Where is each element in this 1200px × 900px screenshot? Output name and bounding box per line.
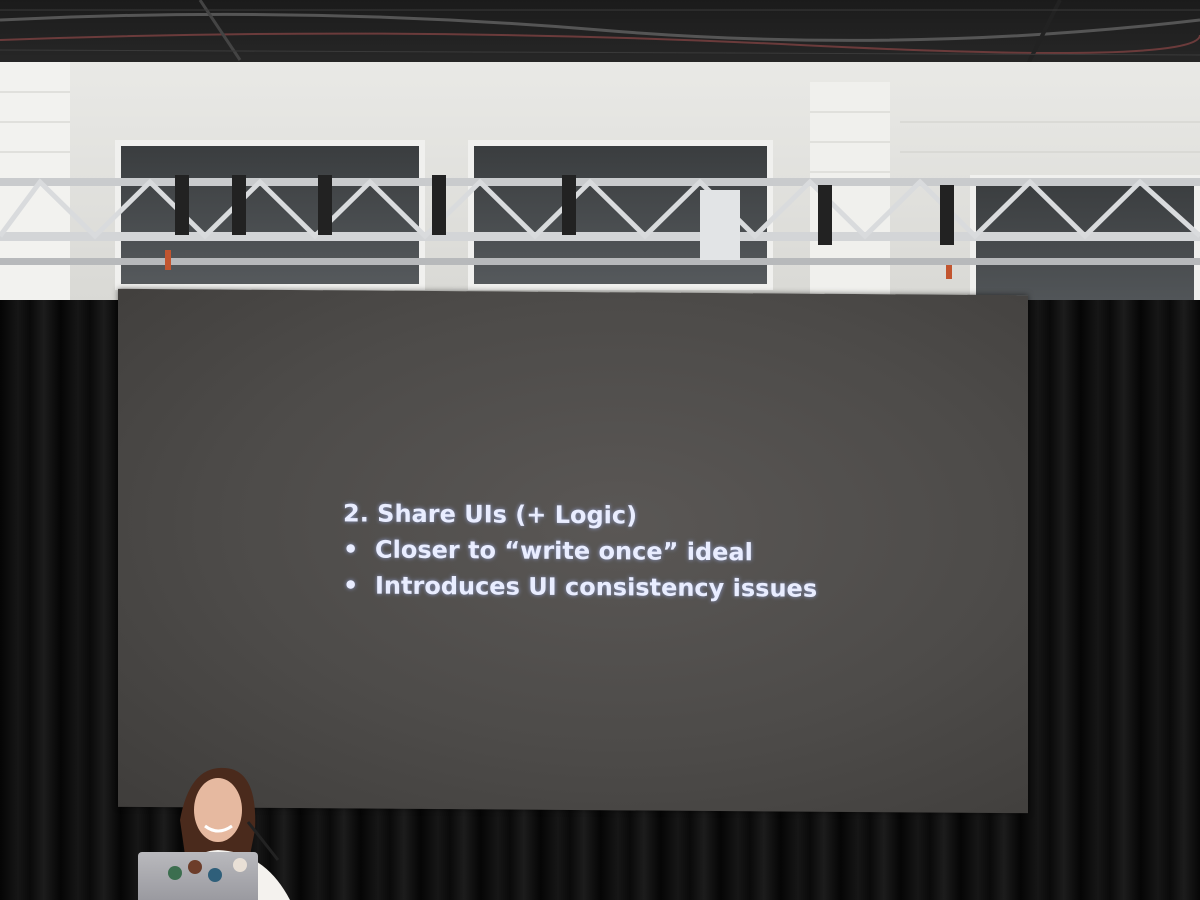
slide-bullet: • Introduces UI consistency issues <box>343 567 817 606</box>
slide-bullet: • Closer to “write once” ideal <box>343 531 817 570</box>
bullet-marker: • <box>343 535 359 564</box>
stage-curtain-right <box>1020 300 1200 900</box>
bullet-text: Introduces UI consistency issues <box>375 571 818 603</box>
bullet-marker: • <box>343 571 359 600</box>
slide-heading: 2. Share UIs (+ Logic) <box>343 499 638 530</box>
laptop-sticker <box>233 858 247 872</box>
laptop <box>138 852 258 900</box>
laptop-sticker <box>168 866 182 880</box>
laptop-sticker <box>208 868 222 882</box>
slide-content: 2. Share UIs (+ Logic) • Closer to “write… <box>343 495 817 606</box>
lighting-truss <box>0 170 1200 280</box>
laptop-sticker <box>188 860 202 874</box>
bullet-text: Closer to “write once” ideal <box>375 535 753 567</box>
projection-screen: 2. Share UIs (+ Logic) • Closer to “write… <box>118 288 1028 814</box>
conference-stage-photo: 2. Share UIs (+ Logic) • Closer to “write… <box>0 0 1200 900</box>
truss-frame <box>0 175 1200 279</box>
